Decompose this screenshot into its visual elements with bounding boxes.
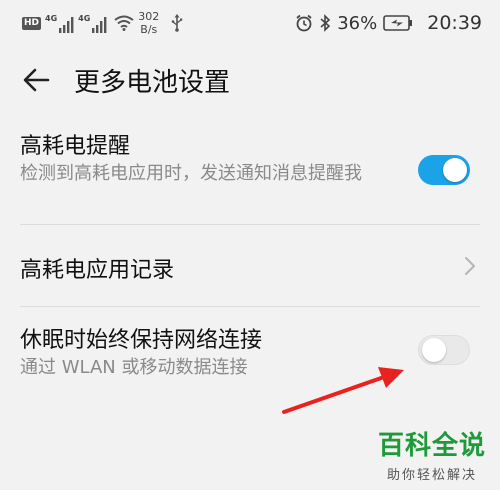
back-arrow-icon xyxy=(23,68,50,92)
watermark-logo-text: 百科全说 xyxy=(377,431,486,461)
toggle-knob xyxy=(443,158,467,182)
divider xyxy=(20,306,480,307)
speed-unit: B/s xyxy=(140,23,158,36)
chevron-right-icon xyxy=(465,257,475,275)
status-bar-left: HD 4G 4G 302 B/s xyxy=(22,10,183,36)
toggle-knob xyxy=(422,338,446,362)
watermark-slogan: 助你轻松解决 xyxy=(386,468,477,483)
signal-block-2: 4G xyxy=(78,14,107,33)
status-bar-right: 36% 20:39 xyxy=(295,12,482,34)
signal-icon xyxy=(92,16,107,33)
setting-title: 高耗电应用记录 xyxy=(20,258,175,283)
status-bar: HD 4G 4G 302 B/s 36% 20:39 xyxy=(0,0,500,46)
setting-high-power-app-records[interactable]: 高耗电应用记录 xyxy=(0,225,500,307)
setting-title: 高耗电提醒 xyxy=(20,134,131,159)
alarm-icon xyxy=(296,14,312,32)
setting-description: 通过 WLAN 或移动数据连接 xyxy=(20,357,248,378)
setting-keep-network-during-sleep[interactable]: 休眠时始终保持网络连接 通过 WLAN 或移动数据连接 xyxy=(0,308,500,398)
network-type-label: 4G xyxy=(78,13,91,23)
page-title: 更多电池设置 xyxy=(74,67,231,98)
wifi-icon xyxy=(114,15,134,31)
watermark: 百科全说 助你轻松解决 xyxy=(378,425,486,483)
keep-network-toggle[interactable] xyxy=(418,335,470,365)
setting-description: 检测到高耗电应用时，发送通知消息提醒我 xyxy=(20,163,362,184)
high-power-reminder-toggle[interactable] xyxy=(418,155,470,185)
signal-block-1: 4G xyxy=(45,14,74,33)
setting-title: 休眠时始终保持网络连接 xyxy=(20,328,263,353)
network-type-label: 4G xyxy=(45,13,58,23)
back-button[interactable] xyxy=(14,58,58,102)
setting-high-power-reminder[interactable]: 高耗电提醒 检测到高耗电应用时，发送通知消息提醒我 xyxy=(0,118,500,222)
battery-percent: 36% xyxy=(337,12,378,34)
battery-icon xyxy=(383,15,413,31)
usb-icon xyxy=(171,14,183,32)
hd-icon: HD xyxy=(22,16,42,30)
title-bar: 更多电池设置 xyxy=(0,46,500,114)
clock: 20:39 xyxy=(427,12,482,34)
signal-icon xyxy=(59,16,74,33)
network-speed: 302 B/s xyxy=(138,10,159,36)
bluetooth-icon xyxy=(320,14,331,32)
speed-value: 302 xyxy=(138,10,160,23)
